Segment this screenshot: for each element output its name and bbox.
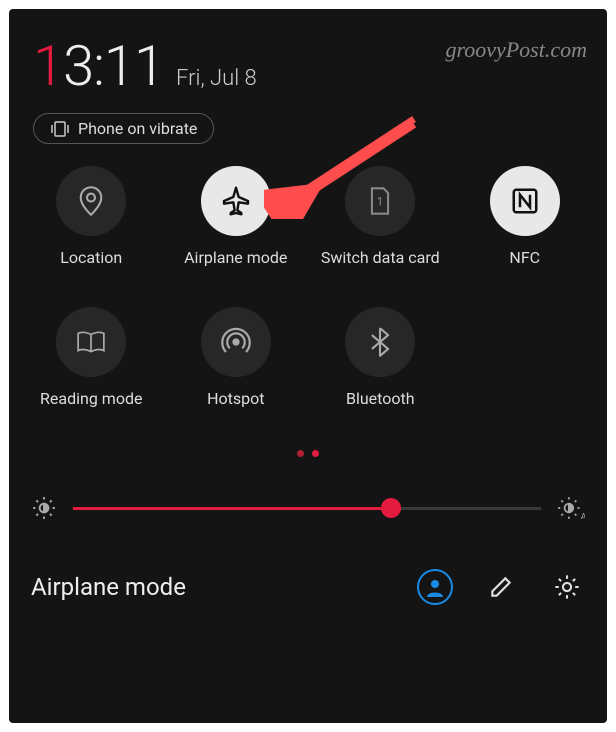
book-icon [76, 329, 106, 355]
tile-reading-mode: Reading mode [19, 307, 164, 442]
quick-settings-panel: groovyPost.com 13:11 Fri, Jul 8 Phone on… [9, 9, 607, 723]
brightness-slider-thumb[interactable] [381, 498, 401, 518]
auto-brightness-icon[interactable]: A [557, 495, 585, 521]
tile-bluetooth-button[interactable] [345, 307, 415, 377]
tile-nfc-label: NFC [509, 248, 540, 269]
location-pin-icon [77, 185, 105, 217]
tile-location: Location [19, 166, 164, 301]
vibrate-status-pill[interactable]: Phone on vibrate [33, 113, 214, 144]
tile-location-label: Location [60, 248, 122, 269]
user-icon [425, 577, 445, 597]
tile-switch-data-card-label: Switch data card [321, 248, 440, 269]
bluetooth-icon [370, 327, 390, 357]
tile-airplane-mode: Airplane mode [164, 166, 309, 301]
tile-airplane-mode-button[interactable] [201, 166, 271, 236]
nfc-icon [510, 186, 540, 216]
hotspot-icon [221, 327, 251, 357]
date-label: Fri, Jul 8 [176, 66, 257, 91]
tile-reading-mode-button[interactable] [56, 307, 126, 377]
sim-card-icon: 1 [368, 186, 392, 216]
brightness-row: A [9, 457, 607, 521]
clock-rest: 3:11 [63, 33, 164, 99]
tile-location-button[interactable] [56, 166, 126, 236]
tile-bluetooth: Bluetooth [308, 307, 453, 442]
footer-active-tile-label: Airplane mode [31, 573, 417, 601]
svg-text:A: A [581, 512, 585, 521]
clock: 13:11 [33, 33, 164, 99]
tile-airplane-mode-label: Airplane mode [184, 248, 287, 269]
tile-reading-mode-label: Reading mode [40, 389, 142, 410]
page-dot-1 [297, 450, 304, 457]
svg-text:1: 1 [377, 195, 383, 209]
airplane-icon [220, 185, 252, 217]
tile-empty [453, 307, 598, 442]
tile-nfc-button[interactable] [490, 166, 560, 236]
footer-bar: Airplane mode [9, 521, 607, 605]
brightness-icon[interactable] [31, 495, 57, 521]
page-indicator[interactable] [9, 450, 607, 457]
vibrate-icon [50, 120, 70, 138]
settings-button[interactable] [549, 569, 585, 605]
tile-switch-data-card: 1 Switch data card [308, 166, 453, 301]
quick-tiles-grid: Location Airplane mode 1 Switch data car… [9, 144, 607, 442]
tile-hotspot-label: Hotspot [207, 389, 264, 410]
tile-bluetooth-label: Bluetooth [346, 389, 415, 410]
user-button[interactable] [417, 569, 453, 605]
watermark: groovyPost.com [445, 37, 587, 63]
vibrate-label: Phone on vibrate [78, 119, 197, 138]
tile-nfc: NFC [453, 166, 598, 301]
footer-actions [417, 569, 585, 605]
gear-icon [553, 573, 581, 601]
brightness-slider-fill [73, 507, 391, 510]
page-dot-2 [312, 450, 319, 457]
tile-switch-data-card-button[interactable]: 1 [345, 166, 415, 236]
brightness-slider[interactable] [73, 507, 541, 510]
tile-hotspot-button[interactable] [201, 307, 271, 377]
pencil-icon [488, 574, 514, 600]
clock-leading-digit: 1 [33, 33, 63, 99]
edit-tiles-button[interactable] [483, 569, 519, 605]
tile-hotspot: Hotspot [164, 307, 309, 442]
